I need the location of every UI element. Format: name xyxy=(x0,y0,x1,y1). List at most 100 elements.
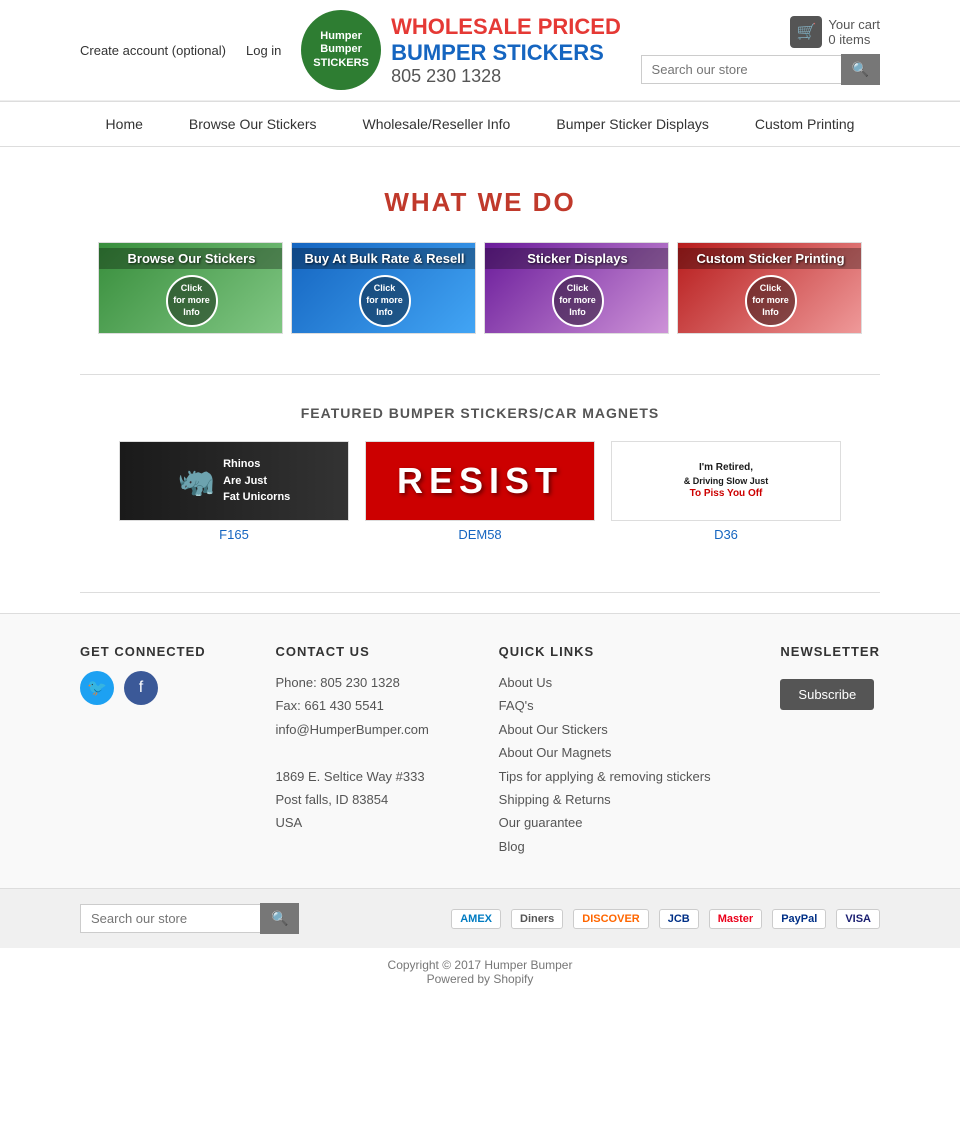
custom-card-circle: Clickfor moreInfo xyxy=(745,275,797,327)
social-icons: 🐦 f xyxy=(80,671,206,705)
category-card-custom[interactable]: Custom Sticker Printing Clickfor moreInf… xyxy=(677,242,862,334)
nav-item-custom-printing[interactable]: Custom Printing xyxy=(747,112,863,136)
footer-link-about-magnets[interactable]: About Our Magnets xyxy=(499,741,711,764)
logo-wholesale-line1: WHOLESALE PRICED xyxy=(391,14,621,40)
twitter-button[interactable]: 🐦 xyxy=(80,671,114,705)
category-grid: Browse Our Stickers Clickfor moreInfo Bu… xyxy=(80,242,880,334)
payment-discover: DISCOVER xyxy=(573,909,648,929)
display-card-label: Sticker Displays xyxy=(485,248,669,269)
copyright: Copyright © 2017 Humper Bumper Powered b… xyxy=(0,948,960,996)
featured-section: FEATURED BUMPER STICKERS/CAR MAGNETS 🦏 R… xyxy=(0,395,960,572)
nav-item-home[interactable]: Home xyxy=(98,112,151,136)
footer-contact-heading: CONTACT US xyxy=(275,644,428,659)
header-right: 🛒 Your cart 0 items 🔍 xyxy=(641,16,880,85)
footer-quicklinks-heading: QUICK LINKS xyxy=(499,644,711,659)
footer-connected-heading: GET CONNECTED xyxy=(80,644,206,659)
bulk-card-label: Buy At Bulk Rate & Resell xyxy=(292,248,476,269)
nav-item-wholesale[interactable]: Wholesale/Reseller Info xyxy=(355,112,519,136)
payment-visa: VISA xyxy=(836,909,880,929)
nav-item-browse-stickers[interactable]: Browse Our Stickers xyxy=(181,112,325,136)
footer-link-about-us[interactable]: About Us xyxy=(499,671,711,694)
payment-mastercard: Master xyxy=(709,909,762,929)
footer-link-guarantee[interactable]: Our guarantee xyxy=(499,811,711,834)
divider-2 xyxy=(80,592,880,593)
payment-jcb: JCB xyxy=(659,909,699,929)
account-links: Create account (optional) Log in xyxy=(80,43,281,58)
featured-title: FEATURED BUMPER STICKERS/CAR MAGNETS xyxy=(80,405,880,421)
create-account-link[interactable]: Create account (optional) xyxy=(80,43,226,58)
sticker-img-d36: I'm Retired, & Driving Slow Just To Piss… xyxy=(611,441,841,521)
display-card-circle: Clickfor moreInfo xyxy=(552,275,604,327)
sticker-img-f165: 🦏 RhinosAre JustFat Unicorns xyxy=(119,441,349,521)
payment-amex: AMEX xyxy=(451,909,501,929)
browse-card-img: Browse Our Stickers Clickfor moreInfo xyxy=(99,243,283,333)
subscribe-button[interactable]: Subscribe xyxy=(780,679,874,710)
stickers-row: 🦏 RhinosAre JustFat Unicorns F165 RESIST… xyxy=(80,441,880,542)
footer-link-blog[interactable]: Blog xyxy=(499,835,711,858)
sticker-code-f165[interactable]: F165 xyxy=(219,527,249,542)
facebook-button[interactable]: f xyxy=(124,671,158,705)
category-card-displays[interactable]: Sticker Displays Clickfor moreInfo xyxy=(484,242,669,334)
payment-icons: AMEX Diners DISCOVER JCB Master PayPal V… xyxy=(451,909,880,929)
main-nav: Home Browse Our Stickers Wholesale/Resel… xyxy=(0,101,960,147)
category-card-bulk[interactable]: Buy At Bulk Rate & Resell Clickfor moreI… xyxy=(291,242,476,334)
footer-grid: GET CONNECTED 🐦 f CONTACT US Phone: 805 … xyxy=(80,644,880,858)
logo-wholesale-line2: BUMPER STICKERS xyxy=(391,40,621,66)
nav-item-displays[interactable]: Bumper Sticker Displays xyxy=(548,112,717,136)
sticker-code-dem58[interactable]: DEM58 xyxy=(458,527,501,542)
logo-circle: HumperBumperSTICKERS xyxy=(301,10,381,90)
footer-get-connected: GET CONNECTED 🐦 f xyxy=(80,644,206,858)
search-button[interactable]: 🔍 xyxy=(841,54,880,85)
logo-phone: 805 230 1328 xyxy=(391,66,621,87)
bulk-card-circle: Clickfor moreInfo xyxy=(359,275,411,327)
browse-card-label: Browse Our Stickers xyxy=(99,248,283,269)
rhino-icon: 🦏 xyxy=(178,464,215,499)
rhino-text: RhinosAre JustFat Unicorns xyxy=(223,456,290,506)
cart-icon[interactable]: 🛒 xyxy=(790,16,822,48)
footer-address3: USA xyxy=(275,811,428,834)
powered-by-shopify[interactable]: Powered by Shopify xyxy=(427,972,534,986)
footer-quick-links: QUICK LINKS About Us FAQ's About Our Sti… xyxy=(499,644,711,858)
logo-circle-text: HumperBumperSTICKERS xyxy=(313,30,369,70)
bottom-search-button[interactable]: 🔍 xyxy=(260,903,299,934)
logo-text-block: WHOLESALE PRICED BUMPER STICKERS 805 230… xyxy=(391,14,621,87)
display-card-img: Sticker Displays Clickfor moreInfo xyxy=(485,243,669,333)
divider-1 xyxy=(80,374,880,375)
sticker-item-f165[interactable]: 🦏 RhinosAre JustFat Unicorns F165 xyxy=(119,441,349,542)
footer-link-shipping[interactable]: Shipping & Returns xyxy=(499,788,711,811)
footer-link-tips[interactable]: Tips for applying & removing stickers xyxy=(499,765,711,788)
logo[interactable]: HumperBumperSTICKERS WHOLESALE PRICED BU… xyxy=(301,10,621,90)
sticker-img-dem58: RESIST xyxy=(365,441,595,521)
footer-link-about-stickers[interactable]: About Our Stickers xyxy=(499,718,711,741)
payment-paypal: PayPal xyxy=(772,909,826,929)
what-we-do-section: WHAT WE DO Browse Our Stickers Clickfor … xyxy=(0,147,960,354)
browse-card-circle: Clickfor moreInfo xyxy=(166,275,218,327)
cart-items: 0 items xyxy=(828,32,880,47)
cart-label: Your cart xyxy=(828,17,880,32)
login-link[interactable]: Log in xyxy=(246,43,281,58)
bottom-bar: 🔍 AMEX Diners DISCOVER JCB Master PayPal… xyxy=(0,888,960,948)
header: Create account (optional) Log in HumperB… xyxy=(0,0,960,101)
sticker-item-d36[interactable]: I'm Retired, & Driving Slow Just To Piss… xyxy=(611,441,841,542)
bottom-search: 🔍 xyxy=(80,903,299,934)
footer-contact: CONTACT US Phone: 805 230 1328 Fax: 661 … xyxy=(275,644,428,858)
search-input[interactable] xyxy=(641,55,841,84)
retired-line1: I'm Retired, xyxy=(699,461,753,475)
cart-area[interactable]: 🛒 Your cart 0 items xyxy=(790,16,880,48)
retired-line3: To Piss You Off xyxy=(690,487,763,501)
bulk-card-img: Buy At Bulk Rate & Resell Clickfor moreI… xyxy=(292,243,476,333)
footer-fax: Fax: 661 430 5541 xyxy=(275,694,428,717)
cart-info: Your cart 0 items xyxy=(828,17,880,47)
copyright-text: Copyright © 2017 Humper Bumper xyxy=(0,958,960,972)
footer-email[interactable]: info@HumperBumper.com xyxy=(275,718,428,741)
footer: GET CONNECTED 🐦 f CONTACT US Phone: 805 … xyxy=(0,613,960,888)
sticker-item-dem58[interactable]: RESIST DEM58 xyxy=(365,441,595,542)
footer-phone: Phone: 805 230 1328 xyxy=(275,671,428,694)
category-card-browse[interactable]: Browse Our Stickers Clickfor moreInfo xyxy=(98,242,283,334)
footer-link-faq[interactable]: FAQ's xyxy=(499,694,711,717)
header-search: 🔍 xyxy=(641,54,880,85)
sticker-code-d36[interactable]: D36 xyxy=(714,527,738,542)
custom-card-img: Custom Sticker Printing Clickfor moreInf… xyxy=(678,243,862,333)
bottom-search-input[interactable] xyxy=(80,904,260,933)
payment-diners: Diners xyxy=(511,909,563,929)
